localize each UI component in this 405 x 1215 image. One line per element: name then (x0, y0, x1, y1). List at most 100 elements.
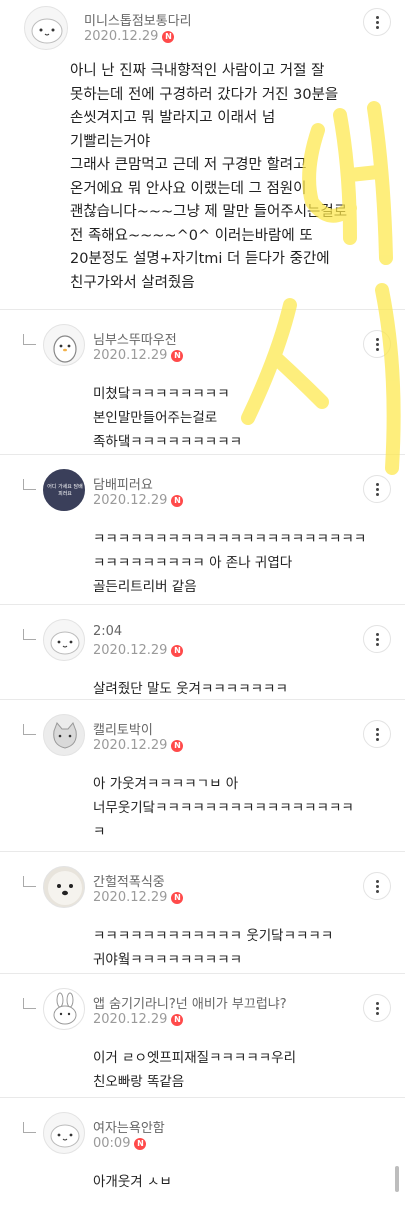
new-badge: N (134, 1137, 147, 1150)
post-line: 괜찮습니다~~~그냥 제 말만 들어주시는걸로 (70, 204, 348, 220)
comment-line: ㅋㅋㅋㅋㅋㅋㅋㅋㅋㅋㅋㅋㅋㅋㅋㅋㅋㅋㅋㅋㅋㅋ (93, 531, 367, 547)
comment-date-row: 2020.12.29 N (93, 643, 184, 658)
new-badge: N (171, 644, 184, 657)
more-options-button[interactable] (363, 994, 391, 1022)
dot-icon (375, 15, 379, 19)
reply-arrow-icon (23, 998, 36, 1009)
more-options-button[interactable] (363, 872, 391, 900)
comment-line: 아개웃겨 ㅅㅂ (93, 1174, 172, 1190)
post-line: 온거에요 뭐 안사요 이랬는데 그 점원이 (70, 180, 307, 197)
comment-header: 어디 가세요 담배 피러요 담배피러요 2020.12.29 N (0, 469, 405, 515)
reply-arrow-icon (23, 334, 36, 345)
dot-icon (375, 1011, 379, 1015)
post-line: 아니 난 진짜 극내향적인 사람이고 거절 잘 (70, 63, 325, 79)
post-line: 그래사 큰맘먹고 근데 저 구경만 할려고 (70, 157, 307, 173)
comment-item: 캘리토박이 2020.12.29 N 아 가웃겨ㅋㅋㅋㅋㄱㅂ 아 너무웃기닼ㅋㅋ… (0, 700, 405, 852)
dot-icon (375, 637, 379, 641)
more-options-button[interactable] (363, 720, 391, 748)
scrollbar[interactable] (395, 1166, 399, 1192)
comment-line: 너무웃기닼ㅋㅋㅋㅋㅋㅋㅋㅋㅋㅋㅋㅋㅋㅋㅋㅋ (93, 800, 354, 816)
dot-icon (375, 487, 379, 491)
more-options-button[interactable] (363, 475, 391, 503)
comment-item: 간헐적폭식중 2020.12.29 N ㅋㅋㅋㅋㅋㅋㅋㅋㅋㅋㅋㅋ 웃기닼ㅋㅋㅋㅋ… (0, 852, 405, 974)
avatar[interactable] (43, 619, 85, 661)
comment-nickname[interactable]: 캘리토박이 (93, 719, 153, 738)
comment-body: ㅋㅋㅋㅋㅋㅋㅋㅋㅋㅋㅋㅋ 웃기닼ㅋㅋㅋㅋ 귀야웤ㅋㅋㅋㅋㅋㅋㅋㅋㅋ (93, 924, 405, 972)
comment-line: 아 가웃겨ㅋㅋㅋㅋㄱㅂ 아 (93, 776, 239, 792)
dot-icon (375, 737, 379, 741)
comment-date: 2020.12.29 (93, 738, 168, 753)
avatar[interactable] (43, 324, 85, 366)
comment-date-row: 2020.12.29 N (93, 890, 184, 905)
comment-body: ㅋㅋㅋㅋㅋㅋㅋㅋㅋㅋㅋㅋㅋㅋㅋㅋㅋㅋㅋㅋㅋㅋ ㅋㅋㅋㅋㅋㅋㅋㅋㅋ 아 존나 귀엽… (93, 527, 405, 599)
comment-item: 2:04 2020.12.29 N 살려줬단 말도 웃겨ㅋㅋㅋㅋㅋㅋㅋ (0, 605, 405, 700)
comment-date-row: 2020.12.29 N (93, 738, 184, 753)
comment-header: 캘리토박이 2020.12.29 N (0, 714, 405, 760)
dot-icon (375, 482, 379, 486)
reply-arrow-icon (23, 1122, 36, 1133)
dot-icon (375, 25, 379, 29)
comment-nickname[interactable]: 담배피러요 (93, 474, 153, 493)
dog-avatar-icon (48, 871, 82, 905)
comment-line: ㅋ (93, 824, 106, 840)
comment-line: 살려줬단 말도 웃겨ㅋㅋㅋㅋㅋㅋㅋ (93, 681, 288, 697)
comment-nickname[interactable]: 앱 숨기기라니?넌 애비가 부끄럽냐? (93, 993, 287, 1012)
comment-line: 귀야웤ㅋㅋㅋㅋㅋㅋㅋㅋㅋ (93, 952, 243, 968)
dot-icon (375, 1006, 379, 1010)
comment-date: 2020.12.29 (93, 493, 168, 508)
comment-nickname[interactable]: 간헐적폭식중 (93, 871, 165, 890)
comment-body: 살려줬단 말도 웃겨ㅋㅋㅋㅋㅋㅋㅋ (93, 677, 405, 701)
original-post: 미니스톱점보통다리 2020.12.29 N 아니 난 진짜 극내향적인 사람이… (0, 0, 405, 310)
comment-nickname[interactable]: 여자는욕안함 (93, 1117, 165, 1136)
comment-date-row: 2020.12.29 N (93, 348, 184, 363)
comment-line: ㅋㅋㅋㅋㅋㅋㅋㅋㅋ 아 존나 귀엽다 (93, 555, 293, 571)
post-nickname[interactable]: 미니스톱점보통다리 (84, 10, 192, 29)
comment-body: 이거 ㄹㅇ엣프피재질ㅋㅋㅋㅋㅋ우리 친오빠랑 똑같음 (93, 1046, 405, 1094)
avatar[interactable] (43, 866, 85, 908)
comment-nickname[interactable]: 님부스뚜따우전 (93, 329, 177, 348)
comment-header: 2:04 2020.12.29 N (0, 619, 405, 665)
avatar[interactable] (43, 714, 85, 756)
new-badge: N (171, 739, 184, 752)
avatar[interactable] (43, 1112, 85, 1154)
dot-icon (375, 732, 379, 736)
rabbit-avatar-icon (53, 992, 77, 1025)
comment-line: ㅋㅋㅋㅋㅋㅋㅋㅋㅋㅋㅋㅋ 웃기닼ㅋㅋㅋㅋ (93, 928, 334, 944)
new-badge: N (171, 1013, 184, 1026)
blob-avatar-icon (31, 18, 63, 44)
post-line: 친구가와서 살려줬음 (70, 274, 195, 291)
post-line: 못하는데 전에 구경하러 갔다가 거진 30분을 (70, 86, 339, 103)
dot-icon (375, 1001, 379, 1005)
post-date-row: 2020.12.29 N (84, 29, 175, 44)
new-badge: N (171, 494, 184, 507)
dot-icon (375, 889, 379, 893)
post-header: 미니스톱점보통다리 2020.12.29 N (12, 6, 393, 52)
post-line: 전 족해요~~~~^0^ 이러는바람에 또 (70, 227, 313, 244)
avatar[interactable] (24, 6, 68, 50)
penguin-avatar-icon (53, 335, 77, 363)
post-body: 아니 난 진짜 극내향적인 사람이고 거절 잘 못하는데 전에 구경하러 갔다가… (70, 60, 393, 295)
comment-line: 족하댘ㅋㅋㅋㅋㅋㅋㅋㅋㅋ (93, 434, 243, 450)
more-options-button[interactable] (363, 8, 391, 36)
avatar[interactable] (43, 988, 85, 1030)
comment-header: 님부스뚜따우전 2020.12.29 N (0, 324, 405, 370)
comment-line: 친오빠랑 똑같음 (93, 1074, 185, 1090)
dot-icon (375, 884, 379, 888)
more-options-button[interactable] (363, 330, 391, 358)
more-options-button[interactable] (363, 625, 391, 653)
comment-line: 미쳤닼ㅋㅋㅋㅋㅋㅋㅋㅋ (93, 386, 230, 402)
dot-icon (375, 20, 379, 24)
comment-header: 여자는욕안함 00:09 N (0, 1112, 405, 1158)
dot-icon (375, 492, 379, 496)
post-date: 2020.12.29 (84, 29, 159, 44)
reply-arrow-icon (23, 724, 36, 735)
comment-item: 어디 가세요 담배 피러요 담배피러요 2020.12.29 N ㅋㅋㅋㅋㅋㅋㅋ… (0, 455, 405, 605)
avatar[interactable]: 어디 가세요 담배 피러요 (43, 469, 85, 511)
comment-date-row: 2020.12.29 N (93, 493, 184, 508)
comment-date: 2020.12.29 (93, 890, 168, 905)
comment-header: 간헐적폭식중 2020.12.29 N (0, 866, 405, 912)
dot-icon (375, 879, 379, 883)
comment-item: 여자는욕안함 00:09 N 아개웃겨 ㅅㅂ (0, 1098, 405, 1190)
dot-icon (375, 727, 379, 731)
comment-nickname[interactable]: 2:04 (93, 624, 122, 639)
